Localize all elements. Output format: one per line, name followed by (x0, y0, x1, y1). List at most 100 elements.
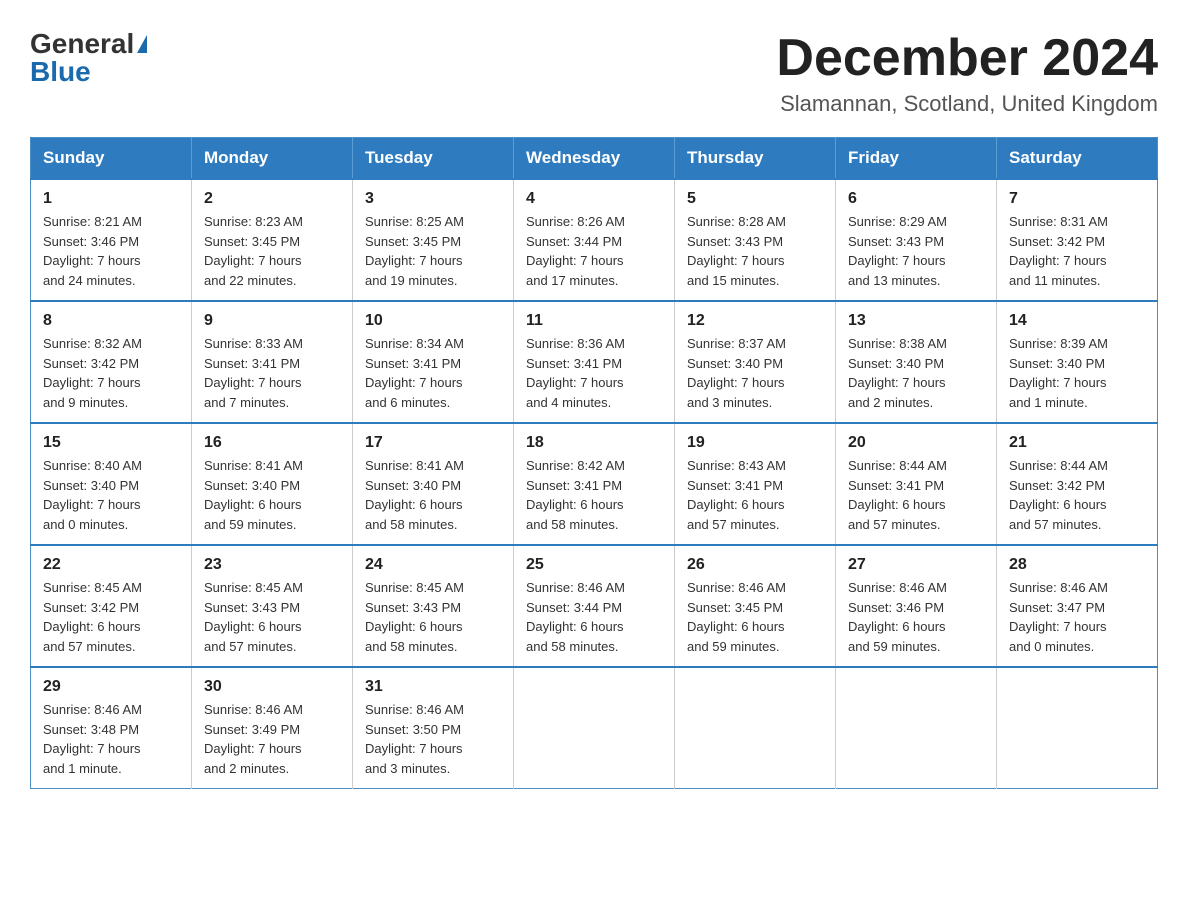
day-info: Sunrise: 8:46 AMSunset: 3:47 PMDaylight:… (1009, 578, 1145, 656)
calendar-cell (997, 667, 1158, 789)
weekday-header-monday: Monday (192, 138, 353, 180)
calendar-week-row: 22 Sunrise: 8:45 AMSunset: 3:42 PMDaylig… (31, 545, 1158, 667)
day-number: 21 (1009, 434, 1145, 452)
calendar-cell: 31 Sunrise: 8:46 AMSunset: 3:50 PMDaylig… (353, 667, 514, 789)
title-block: December 2024 Slamannan, Scotland, Unite… (776, 30, 1158, 117)
day-number: 12 (687, 312, 823, 330)
day-info: Sunrise: 8:23 AMSunset: 3:45 PMDaylight:… (204, 212, 340, 290)
calendar-week-row: 29 Sunrise: 8:46 AMSunset: 3:48 PMDaylig… (31, 667, 1158, 789)
weekday-header-row: SundayMondayTuesdayWednesdayThursdayFrid… (31, 138, 1158, 180)
calendar-cell: 16 Sunrise: 8:41 AMSunset: 3:40 PMDaylig… (192, 423, 353, 545)
day-info: Sunrise: 8:36 AMSunset: 3:41 PMDaylight:… (526, 334, 662, 412)
calendar-cell: 21 Sunrise: 8:44 AMSunset: 3:42 PMDaylig… (997, 423, 1158, 545)
day-info: Sunrise: 8:45 AMSunset: 3:42 PMDaylight:… (43, 578, 179, 656)
day-number: 8 (43, 312, 179, 330)
day-info: Sunrise: 8:41 AMSunset: 3:40 PMDaylight:… (204, 456, 340, 534)
day-number: 7 (1009, 190, 1145, 208)
calendar-cell: 13 Sunrise: 8:38 AMSunset: 3:40 PMDaylig… (836, 301, 997, 423)
day-info: Sunrise: 8:46 AMSunset: 3:50 PMDaylight:… (365, 700, 501, 778)
day-number: 24 (365, 556, 501, 574)
day-number: 11 (526, 312, 662, 330)
day-info: Sunrise: 8:45 AMSunset: 3:43 PMDaylight:… (204, 578, 340, 656)
calendar-cell: 23 Sunrise: 8:45 AMSunset: 3:43 PMDaylig… (192, 545, 353, 667)
calendar-cell: 5 Sunrise: 8:28 AMSunset: 3:43 PMDayligh… (675, 179, 836, 301)
calendar-cell: 10 Sunrise: 8:34 AMSunset: 3:41 PMDaylig… (353, 301, 514, 423)
day-info: Sunrise: 8:46 AMSunset: 3:44 PMDaylight:… (526, 578, 662, 656)
day-info: Sunrise: 8:40 AMSunset: 3:40 PMDaylight:… (43, 456, 179, 534)
day-info: Sunrise: 8:39 AMSunset: 3:40 PMDaylight:… (1009, 334, 1145, 412)
calendar-cell: 25 Sunrise: 8:46 AMSunset: 3:44 PMDaylig… (514, 545, 675, 667)
calendar-cell: 22 Sunrise: 8:45 AMSunset: 3:42 PMDaylig… (31, 545, 192, 667)
day-number: 2 (204, 190, 340, 208)
calendar-cell: 19 Sunrise: 8:43 AMSunset: 3:41 PMDaylig… (675, 423, 836, 545)
logo-blue-text: Blue (30, 58, 91, 86)
calendar-cell: 28 Sunrise: 8:46 AMSunset: 3:47 PMDaylig… (997, 545, 1158, 667)
day-info: Sunrise: 8:25 AMSunset: 3:45 PMDaylight:… (365, 212, 501, 290)
day-info: Sunrise: 8:42 AMSunset: 3:41 PMDaylight:… (526, 456, 662, 534)
calendar-cell: 7 Sunrise: 8:31 AMSunset: 3:42 PMDayligh… (997, 179, 1158, 301)
day-info: Sunrise: 8:46 AMSunset: 3:46 PMDaylight:… (848, 578, 984, 656)
logo-general-row: General (30, 30, 147, 58)
day-number: 9 (204, 312, 340, 330)
day-info: Sunrise: 8:28 AMSunset: 3:43 PMDaylight:… (687, 212, 823, 290)
day-number: 10 (365, 312, 501, 330)
day-number: 22 (43, 556, 179, 574)
day-number: 4 (526, 190, 662, 208)
calendar-cell: 18 Sunrise: 8:42 AMSunset: 3:41 PMDaylig… (514, 423, 675, 545)
weekday-header-friday: Friday (836, 138, 997, 180)
weekday-header-saturday: Saturday (997, 138, 1158, 180)
weekday-header-sunday: Sunday (31, 138, 192, 180)
day-info: Sunrise: 8:38 AMSunset: 3:40 PMDaylight:… (848, 334, 984, 412)
calendar-week-row: 15 Sunrise: 8:40 AMSunset: 3:40 PMDaylig… (31, 423, 1158, 545)
weekday-header-thursday: Thursday (675, 138, 836, 180)
calendar-cell: 24 Sunrise: 8:45 AMSunset: 3:43 PMDaylig… (353, 545, 514, 667)
page-header: General Blue December 2024 Slamannan, Sc… (30, 30, 1158, 117)
day-number: 26 (687, 556, 823, 574)
calendar-cell (514, 667, 675, 789)
day-info: Sunrise: 8:46 AMSunset: 3:49 PMDaylight:… (204, 700, 340, 778)
day-info: Sunrise: 8:21 AMSunset: 3:46 PMDaylight:… (43, 212, 179, 290)
day-info: Sunrise: 8:45 AMSunset: 3:43 PMDaylight:… (365, 578, 501, 656)
day-number: 13 (848, 312, 984, 330)
day-number: 23 (204, 556, 340, 574)
day-number: 15 (43, 434, 179, 452)
day-info: Sunrise: 8:34 AMSunset: 3:41 PMDaylight:… (365, 334, 501, 412)
day-info: Sunrise: 8:44 AMSunset: 3:42 PMDaylight:… (1009, 456, 1145, 534)
weekday-header-tuesday: Tuesday (353, 138, 514, 180)
day-info: Sunrise: 8:41 AMSunset: 3:40 PMDaylight:… (365, 456, 501, 534)
calendar-cell (675, 667, 836, 789)
day-number: 29 (43, 678, 179, 696)
day-number: 18 (526, 434, 662, 452)
day-number: 5 (687, 190, 823, 208)
day-info: Sunrise: 8:32 AMSunset: 3:42 PMDaylight:… (43, 334, 179, 412)
day-info: Sunrise: 8:44 AMSunset: 3:41 PMDaylight:… (848, 456, 984, 534)
day-info: Sunrise: 8:46 AMSunset: 3:48 PMDaylight:… (43, 700, 179, 778)
calendar-cell: 9 Sunrise: 8:33 AMSunset: 3:41 PMDayligh… (192, 301, 353, 423)
calendar-cell: 30 Sunrise: 8:46 AMSunset: 3:49 PMDaylig… (192, 667, 353, 789)
location-text: Slamannan, Scotland, United Kingdom (776, 91, 1158, 117)
day-number: 25 (526, 556, 662, 574)
day-number: 3 (365, 190, 501, 208)
calendar-table: SundayMondayTuesdayWednesdayThursdayFrid… (30, 137, 1158, 789)
day-number: 30 (204, 678, 340, 696)
month-title: December 2024 (776, 30, 1158, 87)
calendar-cell: 29 Sunrise: 8:46 AMSunset: 3:48 PMDaylig… (31, 667, 192, 789)
logo-triangle-icon (137, 35, 147, 53)
calendar-cell: 14 Sunrise: 8:39 AMSunset: 3:40 PMDaylig… (997, 301, 1158, 423)
calendar-cell: 1 Sunrise: 8:21 AMSunset: 3:46 PMDayligh… (31, 179, 192, 301)
day-number: 27 (848, 556, 984, 574)
weekday-header-wednesday: Wednesday (514, 138, 675, 180)
calendar-cell: 27 Sunrise: 8:46 AMSunset: 3:46 PMDaylig… (836, 545, 997, 667)
day-number: 17 (365, 434, 501, 452)
day-number: 1 (43, 190, 179, 208)
day-number: 14 (1009, 312, 1145, 330)
calendar-cell: 11 Sunrise: 8:36 AMSunset: 3:41 PMDaylig… (514, 301, 675, 423)
calendar-cell: 2 Sunrise: 8:23 AMSunset: 3:45 PMDayligh… (192, 179, 353, 301)
logo: General Blue (30, 30, 147, 86)
calendar-cell: 4 Sunrise: 8:26 AMSunset: 3:44 PMDayligh… (514, 179, 675, 301)
calendar-cell: 17 Sunrise: 8:41 AMSunset: 3:40 PMDaylig… (353, 423, 514, 545)
day-number: 19 (687, 434, 823, 452)
calendar-cell (836, 667, 997, 789)
day-info: Sunrise: 8:37 AMSunset: 3:40 PMDaylight:… (687, 334, 823, 412)
day-info: Sunrise: 8:46 AMSunset: 3:45 PMDaylight:… (687, 578, 823, 656)
